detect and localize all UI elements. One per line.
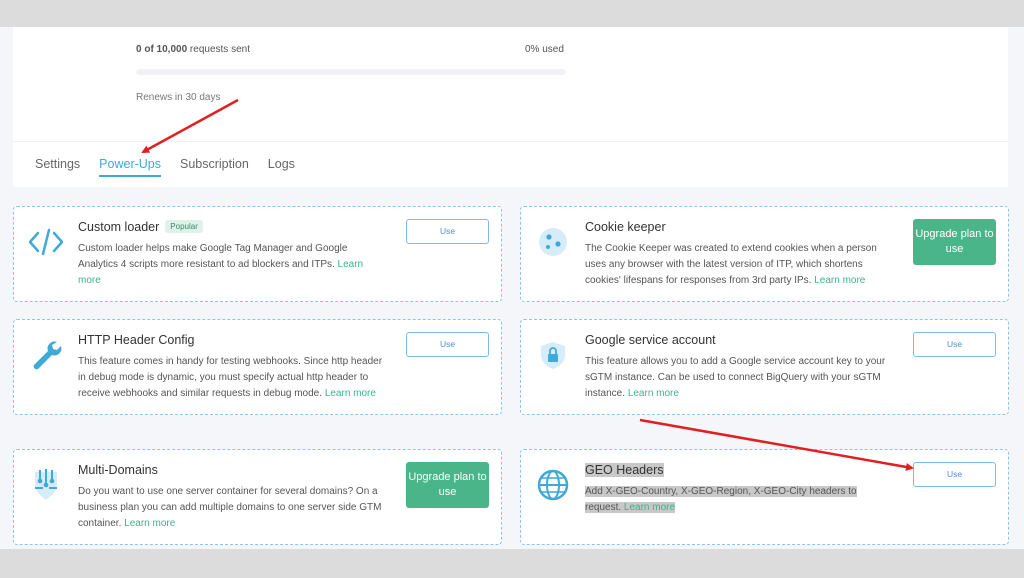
- wrench-icon: [33, 341, 62, 370]
- card-custom-loader: Custom loader Popular Custom loader helps…: [13, 206, 502, 302]
- card-title-text: GEO Headers: [585, 463, 664, 477]
- code-icon: [28, 228, 64, 256]
- learn-more-link[interactable]: Learn more: [623, 502, 676, 513]
- card-title-text: Custom loader: [78, 220, 160, 234]
- learn-more-link[interactable]: Learn more: [628, 388, 679, 399]
- learn-more-link[interactable]: Learn more: [124, 518, 175, 529]
- card-description: Do you want to use one server container …: [78, 484, 388, 532]
- requests-count: 0 of 10,000: [136, 44, 188, 55]
- tab-logs[interactable]: Logs: [268, 156, 295, 180]
- usage-progress-bar: [136, 69, 566, 75]
- card-title: Multi-Domains: [78, 463, 158, 477]
- card-description: This feature comes in handy for testing …: [78, 354, 388, 402]
- card-http-header-config: HTTP Header Config This feature comes in…: [13, 319, 502, 415]
- card-description-text: Custom loader helps make Google Tag Mana…: [78, 243, 348, 270]
- tab-settings[interactable]: Settings: [35, 156, 80, 180]
- usage-panel: 0 of 10,000 requests sent 0% used Renews…: [13, 27, 1008, 187]
- renews-text: Renews in 30 days: [136, 92, 221, 103]
- use-button[interactable]: Use: [406, 219, 489, 244]
- card-description: This feature allows you to add a Google …: [585, 354, 895, 402]
- card-description: Add X-GEO-Country, X-GEO-Region, X-GEO-C…: [585, 484, 895, 516]
- page: 0 of 10,000 requests sent 0% used Renews…: [0, 27, 1024, 549]
- card-title: Cookie keeper: [585, 220, 666, 234]
- tab-power-ups[interactable]: Power-Ups: [99, 156, 161, 180]
- card-multi-domains: Multi-Domains Do you want to use one ser…: [13, 449, 502, 545]
- learn-more-link[interactable]: Learn more: [325, 388, 376, 399]
- globe-icon: [537, 469, 569, 501]
- divider: [13, 141, 1008, 142]
- requests-suffix: requests sent: [187, 44, 250, 55]
- usage-percent: 0% used: [525, 44, 564, 55]
- tab-bar: Settings Power-Ups Subscription Logs: [35, 156, 314, 180]
- card-title: HTTP Header Config: [78, 333, 195, 347]
- use-button[interactable]: Use: [913, 332, 996, 357]
- popular-badge: Popular: [165, 220, 203, 233]
- card-cookie-keeper: Cookie keeper The Cookie Keeper was crea…: [520, 206, 1009, 302]
- upgrade-plan-button[interactable]: Upgrade plan to use: [913, 219, 996, 265]
- brain-icon: [35, 469, 57, 500]
- use-button[interactable]: Use: [406, 332, 489, 357]
- card-title: Custom loader Popular: [78, 220, 203, 234]
- use-button[interactable]: Use: [913, 462, 996, 487]
- card-geo-headers: GEO Headers Add X-GEO-Country, X-GEO-Reg…: [520, 449, 1009, 545]
- tab-subscription[interactable]: Subscription: [180, 156, 249, 180]
- card-google-service-account: Google service account This feature allo…: [520, 319, 1009, 415]
- learn-more-link[interactable]: Learn more: [814, 275, 865, 286]
- bottom-letterbox: [0, 549, 1024, 578]
- card-description: The Cookie Keeper was created to extend …: [585, 241, 895, 289]
- requests-counter: 0 of 10,000 requests sent: [136, 44, 250, 55]
- cookie-icon: [539, 228, 567, 256]
- card-description: Custom loader helps make Google Tag Mana…: [78, 241, 388, 289]
- shield-lock-icon: [541, 342, 565, 369]
- card-title: GEO Headers: [585, 463, 664, 477]
- upgrade-plan-button[interactable]: Upgrade plan to use: [406, 462, 489, 508]
- card-title: Google service account: [585, 333, 716, 347]
- top-letterbox: [0, 0, 1024, 27]
